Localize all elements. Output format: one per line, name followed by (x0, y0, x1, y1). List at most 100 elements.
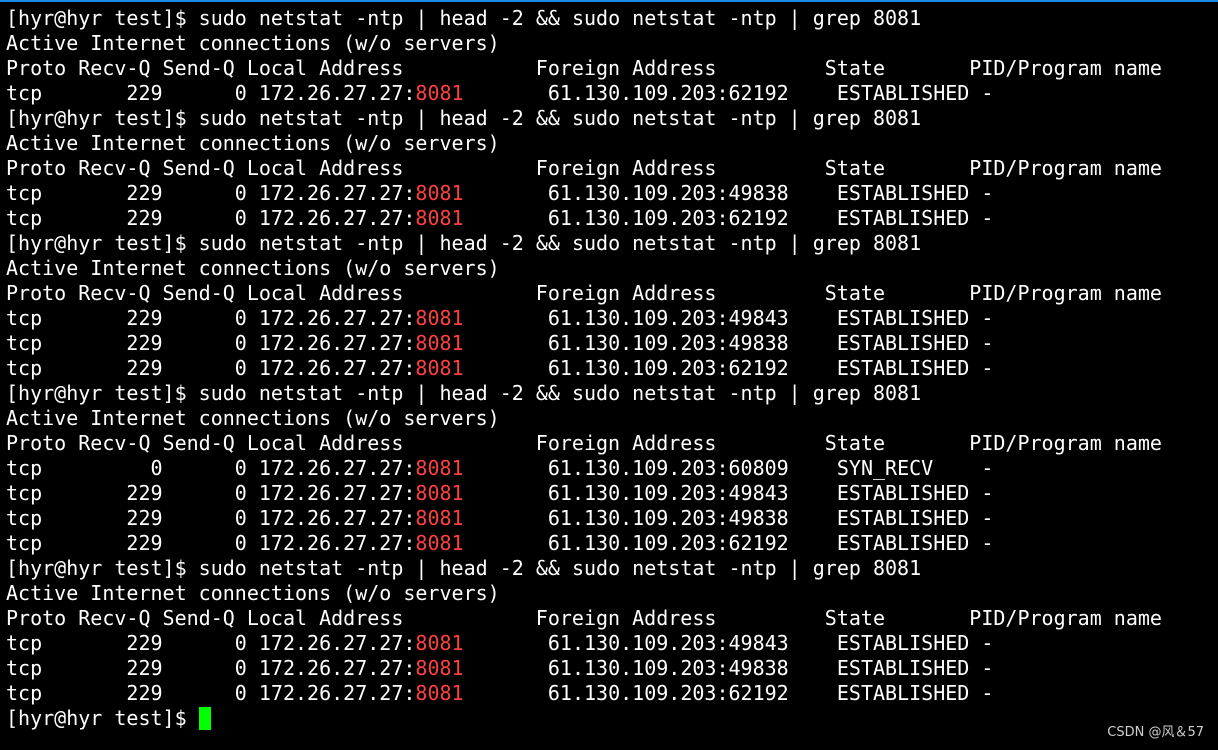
window-top-border (0, 0, 1218, 2)
column-header: Proto Recv-Q Send-Q Local Address Foreig… (6, 56, 1162, 80)
pid-program: - (981, 181, 994, 205)
local-port: 8081 (415, 456, 464, 480)
pid-program: - (981, 331, 994, 355)
row-prefix: tcp 229 0 172.26.27.27: (6, 331, 416, 355)
connection-row: tcp 229 0 172.26.27.27:8081 61.130.109.2… (6, 631, 1218, 656)
connection-row: tcp 229 0 172.26.27.27:8081 61.130.109.2… (6, 306, 1218, 331)
connection-state: ESTABLISHED (836, 181, 982, 205)
row-prefix: tcp 229 0 172.26.27.27: (6, 531, 416, 555)
command-line: [hyr@hyr test]$ sudo netstat -ntp | head… (6, 381, 1218, 406)
command-line: [hyr@hyr test]$ sudo netstat -ntp | head… (6, 556, 1218, 581)
command-text: sudo netstat -ntp | head -2 && sudo nets… (198, 6, 922, 30)
watermark: CSDN @风＆57 (1107, 725, 1204, 740)
row-prefix: tcp 0 0 172.26.27.27: (6, 456, 416, 480)
pid-program: - (981, 631, 994, 655)
connection-state: ESTABLISHED (836, 306, 982, 330)
foreign-address: 61.130.109.203:49838 (547, 331, 837, 355)
output-heading: Active Internet connections (w/o servers… (6, 131, 500, 155)
command-text: sudo netstat -ntp | head -2 && sudo nets… (198, 381, 922, 405)
local-port: 8081 (415, 356, 464, 380)
command-line: [hyr@hyr test]$ sudo netstat -ntp | head… (6, 231, 1218, 256)
shell-prompt: [hyr@hyr test]$ (6, 231, 187, 255)
foreign-address: 61.130.109.203:62192 (547, 356, 837, 380)
pid-program: - (981, 356, 994, 380)
connection-row: tcp 229 0 172.26.27.27:8081 61.130.109.2… (6, 356, 1218, 381)
connection-state: ESTABLISHED (836, 631, 982, 655)
connection-state: ESTABLISHED (836, 331, 982, 355)
connection-state: ESTABLISHED (836, 506, 982, 530)
local-port: 8081 (415, 306, 464, 330)
connection-state: ESTABLISHED (836, 81, 982, 105)
foreign-address: 61.130.109.203:62192 (547, 531, 837, 555)
foreign-address: 61.130.109.203:49843 (547, 481, 837, 505)
row-prefix: tcp 229 0 172.26.27.27: (6, 506, 416, 530)
local-port: 8081 (415, 81, 464, 105)
foreign-address: 61.130.109.203:60809 (547, 456, 837, 480)
foreign-address: 61.130.109.203:49838 (547, 656, 837, 680)
foreign-address: 61.130.109.203:62192 (547, 81, 837, 105)
column-header: Proto Recv-Q Send-Q Local Address Foreig… (6, 281, 1162, 305)
command-line: [hyr@hyr test]$ sudo netstat -ntp | head… (6, 106, 1218, 131)
terminal-window[interactable]: [hyr@hyr test]$ sudo netstat -ntp | head… (0, 0, 1218, 750)
local-port: 8081 (415, 681, 464, 705)
connection-row: tcp 229 0 172.26.27.27:8081 61.130.109.2… (6, 681, 1218, 706)
output-heading: Active Internet connections (w/o servers… (6, 256, 500, 280)
local-port: 8081 (415, 531, 464, 555)
pid-program: - (981, 206, 994, 230)
row-prefix: tcp 229 0 172.26.27.27: (6, 206, 416, 230)
local-port: 8081 (415, 656, 464, 680)
output-heading: Active Internet connections (w/o servers… (6, 406, 500, 430)
row-prefix: tcp 229 0 172.26.27.27: (6, 681, 416, 705)
connection-state: ESTABLISHED (836, 681, 982, 705)
foreign-address: 61.130.109.203:49843 (547, 631, 837, 655)
connection-row: tcp 229 0 172.26.27.27:8081 61.130.109.2… (6, 506, 1218, 531)
current-prompt-line: [hyr@hyr test]$ (6, 706, 1218, 731)
connection-state: SYN_RECV (836, 456, 982, 480)
output-heading: Active Internet connections (w/o servers… (6, 31, 500, 55)
pid-program: - (981, 531, 994, 555)
connection-state: ESTABLISHED (836, 356, 982, 380)
foreign-address: 61.130.109.203:62192 (547, 681, 837, 705)
pid-program: - (981, 656, 994, 680)
row-prefix: tcp 229 0 172.26.27.27: (6, 306, 416, 330)
connection-row: tcp 229 0 172.26.27.27:8081 61.130.109.2… (6, 81, 1218, 106)
connection-state: ESTABLISHED (836, 656, 982, 680)
connection-row: tcp 0 0 172.26.27.27:8081 61.130.109.203… (6, 456, 1218, 481)
local-port: 8081 (415, 481, 464, 505)
text-cursor[interactable] (198, 707, 211, 730)
connection-state: ESTABLISHED (836, 481, 982, 505)
local-port: 8081 (415, 631, 464, 655)
command-line: [hyr@hyr test]$ sudo netstat -ntp | head… (6, 6, 1218, 31)
foreign-address: 61.130.109.203:62192 (547, 206, 837, 230)
shell-prompt: [hyr@hyr test]$ (6, 556, 187, 580)
local-port: 8081 (415, 331, 464, 355)
output-heading: Active Internet connections (w/o servers… (6, 581, 500, 605)
connection-row: tcp 229 0 172.26.27.27:8081 61.130.109.2… (6, 481, 1218, 506)
local-port: 8081 (415, 506, 464, 530)
foreign-address: 61.130.109.203:49838 (547, 506, 837, 530)
pid-program: - (981, 481, 994, 505)
foreign-address: 61.130.109.203:49843 (547, 306, 837, 330)
foreign-address: 61.130.109.203:49838 (547, 181, 837, 205)
terminal-output: [hyr@hyr test]$ sudo netstat -ntp | head… (6, 6, 1218, 731)
pid-program: - (981, 81, 994, 105)
connection-row: tcp 229 0 172.26.27.27:8081 61.130.109.2… (6, 656, 1218, 681)
local-port: 8081 (415, 206, 464, 230)
row-prefix: tcp 229 0 172.26.27.27: (6, 356, 416, 380)
command-text: sudo netstat -ntp | head -2 && sudo nets… (198, 106, 922, 130)
row-prefix: tcp 229 0 172.26.27.27: (6, 181, 416, 205)
connection-row: tcp 229 0 172.26.27.27:8081 61.130.109.2… (6, 206, 1218, 231)
row-prefix: tcp 229 0 172.26.27.27: (6, 81, 416, 105)
column-header: Proto Recv-Q Send-Q Local Address Foreig… (6, 606, 1162, 630)
column-header: Proto Recv-Q Send-Q Local Address Foreig… (6, 431, 1162, 455)
shell-prompt: [hyr@hyr test]$ (6, 106, 187, 130)
row-prefix: tcp 229 0 172.26.27.27: (6, 481, 416, 505)
local-port: 8081 (415, 181, 464, 205)
connection-row: tcp 229 0 172.26.27.27:8081 61.130.109.2… (6, 531, 1218, 556)
command-text: sudo netstat -ntp | head -2 && sudo nets… (198, 231, 922, 255)
shell-prompt: [hyr@hyr test]$ (6, 6, 187, 30)
pid-program: - (981, 456, 994, 480)
command-text: sudo netstat -ntp | head -2 && sudo nets… (198, 556, 922, 580)
pid-program: - (981, 681, 994, 705)
connection-row: tcp 229 0 172.26.27.27:8081 61.130.109.2… (6, 331, 1218, 356)
